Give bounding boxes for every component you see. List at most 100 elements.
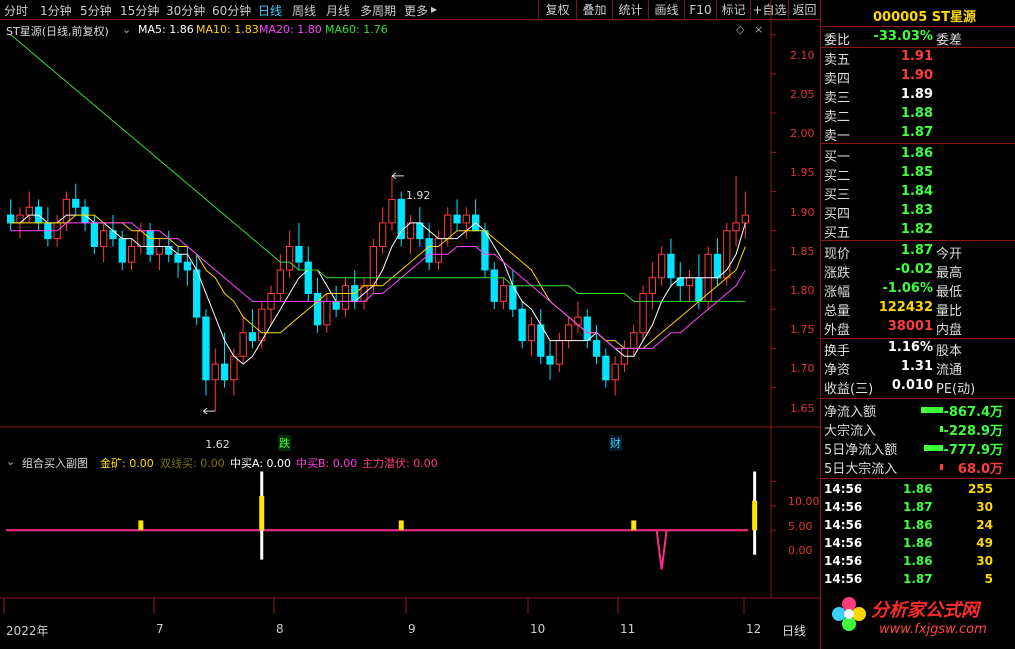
quote-row-1-label2: 最高: [936, 266, 963, 281]
candle-body-51: [481, 230, 489, 271]
tick-time-1: 14:56: [824, 500, 863, 514]
candle-body-41: [388, 198, 396, 224]
candle-body-76: [713, 253, 722, 279]
candle-body-29: [276, 269, 285, 295]
xtick-label-6: 12: [746, 622, 762, 636]
candle-body-12: [118, 238, 126, 263]
candle-body-65: [611, 363, 619, 381]
candle-body-79: [741, 214, 750, 224]
candle-body-32: [304, 261, 312, 295]
tick-volume-4: 30: [976, 554, 993, 568]
tick-price-1: 1.87: [903, 500, 933, 514]
flow-value-3: 68.0万: [957, 462, 1003, 477]
period-label[interactable]: 日线: [782, 622, 806, 639]
close-icon[interactable]: ×: [754, 23, 763, 36]
candle-body-24: [230, 355, 238, 381]
buy-row-4-value: 1.83: [900, 203, 933, 218]
quote-row-1-value: -0.02: [895, 262, 933, 277]
candle-body-78: [732, 222, 740, 232]
kline-chart[interactable]: [0, 0, 820, 620]
ytick-label-0: 2.10: [790, 48, 815, 62]
stat-row-0-value: 1.16%: [887, 340, 933, 355]
main-chart-title: ST星源(日线,前复权): [6, 25, 109, 38]
sell-row-5-value: 1.91: [900, 49, 933, 64]
candle-body-36: [341, 285, 350, 310]
tick-row-2: 14:56 1.86 24: [821, 517, 1015, 535]
candle-body-31: [295, 245, 303, 263]
quote-panel: 000005 ST星源 委比 -33.03% 委差 卖五 1.91 卖四 1.90 卖三…: [820, 0, 1015, 649]
ytick-label-3: 1.95: [790, 166, 815, 180]
sub-signal-7: [752, 500, 758, 531]
ytick-label-4: 1.90: [790, 205, 815, 219]
candle-body-57: [537, 324, 545, 357]
stat-row-2-label2: PE(动): [936, 382, 976, 397]
candle-body-53: [499, 285, 508, 302]
flow-row-0: 净流入额 -867.4万: [821, 400, 1015, 420]
sell-row-1: 卖一 1.87: [821, 124, 1015, 144]
ma20-legend: MA20: 1.80: [259, 23, 322, 36]
quote-row-2-label: 涨幅: [824, 285, 851, 300]
candle-body-45: [425, 238, 433, 263]
tick-row-3: 14:56 1.86 49: [821, 535, 1015, 553]
tick-row-5: 14:56 1.87 5: [821, 571, 1015, 589]
flow-label-0: 净流入额: [824, 405, 877, 420]
candle-body-62: [583, 316, 591, 342]
sell-row-2-label: 卖二: [824, 110, 851, 125]
candle-body-63: [592, 340, 601, 357]
tick-volume-5: 5: [984, 572, 993, 586]
mark-die[interactable]: 跌: [278, 435, 291, 451]
candle-body-70: [658, 253, 666, 279]
stat-row-1-label: 净资: [824, 363, 851, 378]
sub-chevron-icon[interactable]: ⌄: [6, 455, 15, 468]
candle-body-69: [648, 277, 657, 295]
zhongmai-a-legend: 中买A: 0.00: [230, 457, 292, 470]
xtick-label-5: 11: [620, 622, 636, 636]
mark-cai[interactable]: 财: [609, 435, 622, 451]
low-arrow: [202, 407, 216, 415]
quote-row-0: 现价 1.87 今开: [821, 242, 1015, 262]
candle-body-9: [90, 222, 98, 247]
shuangxian-legend: 双线买: 0.00: [160, 457, 225, 470]
candle-body-15: [146, 230, 154, 255]
candle-body-52: [490, 269, 498, 302]
ma-line-MA10: [10, 214, 746, 349]
candle-body-56: [527, 324, 536, 342]
stat-row-1-label2: 流通: [936, 363, 963, 378]
high-arrow: [391, 172, 404, 180]
sell-row-4: 卖四 1.90: [821, 67, 1015, 87]
candle-body-35: [332, 300, 340, 310]
stat-row-0-label2: 股本: [936, 344, 963, 359]
ytick-label-1: 2.05: [790, 87, 815, 101]
xtick-label-2: 8: [276, 622, 284, 636]
zhuli-legend: 主力潜伏: 0.00: [362, 457, 438, 470]
tick-time-3: 14:56: [824, 536, 863, 550]
xtick-label-4: 10: [530, 622, 546, 636]
quote-row-1: 涨跌 -0.02 最高: [821, 261, 1015, 281]
sell-row-5: 卖五 1.91: [821, 48, 1015, 68]
candle-body-21: [202, 316, 210, 381]
candle-body-39: [369, 245, 378, 287]
diamond-icon[interactable]: ◇: [736, 23, 744, 36]
stat-row-2: 收益(三) 0.010 PE(动): [821, 377, 1015, 397]
buy-row-4-label: 买四: [824, 207, 851, 222]
buy-row-3-label: 买三: [824, 188, 851, 203]
candle-body-25: [239, 332, 247, 357]
sub-ytick-label-1: 5.00: [788, 519, 813, 533]
chevron-down-icon[interactable]: ⌄: [122, 23, 131, 36]
quote-row-2: 涨幅 -1.06% 最低: [821, 280, 1015, 300]
sell-row-4-label: 卖四: [824, 72, 851, 87]
sell-row-3: 卖三 1.89: [821, 86, 1015, 106]
candle-body-60: [565, 324, 573, 342]
tick-price-2: 1.86: [903, 518, 933, 532]
sell-row-4-value: 1.90: [900, 68, 933, 83]
watermark-logo: 分析家公式网 www.fxjgsw.com: [821, 588, 1015, 649]
candle-body-59: [555, 340, 564, 365]
stat-row-1-value: 1.31: [900, 359, 933, 374]
buy-row-5: 买五 1.82: [821, 221, 1015, 241]
candle-body-18: [174, 253, 182, 263]
ytick-label-7: 1.75: [790, 323, 815, 337]
quote-row-0-label2: 今开: [936, 247, 963, 262]
sell-row-2-value: 1.88: [900, 106, 933, 121]
candle-body-74: [695, 277, 703, 302]
buy-row-1-label: 买一: [824, 150, 851, 165]
